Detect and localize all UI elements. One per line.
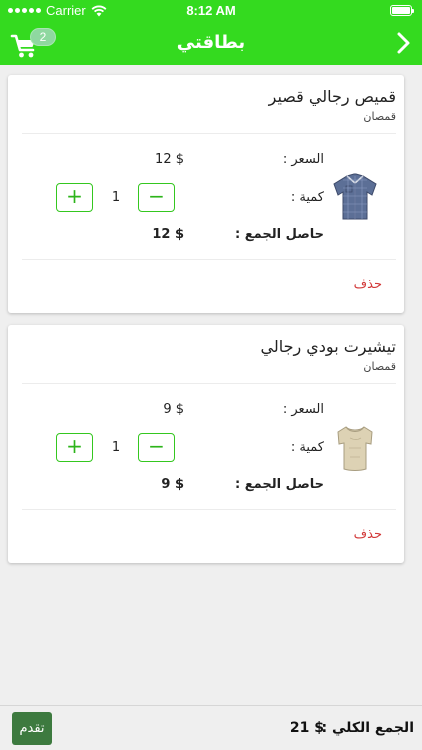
- delete-item-button[interactable]: حذف: [354, 527, 382, 542]
- product-name: قميص رجالي قصير: [268, 87, 396, 106]
- subtotal-value: 9 $: [161, 477, 184, 492]
- battery-icon: [390, 5, 414, 16]
- quantity-value: 1: [111, 440, 121, 455]
- product-category: قمصان: [363, 110, 396, 123]
- delete-item-button[interactable]: حذف: [354, 277, 382, 292]
- product-name: تيشيرت بودي رجالي: [260, 337, 396, 356]
- divider: [22, 259, 396, 260]
- decrease-quantity-button[interactable]: −: [138, 433, 175, 462]
- quantity-label: كمية :: [290, 440, 324, 455]
- cart-item-card: تيشيرت بودي رجالي قمصان السعر : 9 $ كمية…: [8, 325, 404, 563]
- cart-item-card: قميص رجالي قصير قمصان السعر : 12 $ كمية …: [8, 75, 404, 313]
- quantity-label: كمية :: [290, 190, 324, 205]
- page-title: بطاقتي: [176, 32, 246, 53]
- decrease-quantity-button[interactable]: −: [138, 183, 175, 212]
- increase-quantity-button[interactable]: +: [56, 433, 93, 462]
- quantity-value: 1: [111, 190, 121, 205]
- checkout-button[interactable]: تقدم: [12, 712, 52, 745]
- price-value: 9 $: [163, 402, 184, 417]
- shirt-product-image: [333, 173, 377, 220]
- subtotal-value: 12 $: [152, 227, 184, 242]
- subtotal-label: حاصل الجمع :: [235, 227, 324, 242]
- nav-bar: 2 بطاقتي: [0, 22, 422, 65]
- status-time: 8:12 AM: [186, 3, 236, 18]
- increase-quantity-button[interactable]: +: [56, 183, 93, 212]
- divider: [22, 509, 396, 510]
- status-bar: Carrier 8:12 AM: [0, 0, 422, 22]
- price-label: السعر :: [282, 402, 324, 417]
- chevron-right-icon: [397, 32, 410, 54]
- price-label: السعر :: [282, 152, 324, 167]
- divider: [22, 383, 396, 384]
- subtotal-label: حاصل الجمع :: [235, 477, 324, 492]
- grand-total-value: 21 $: [289, 720, 324, 736]
- cart-screen: Carrier 8:12 AM 2 بطاقتي قميص رجالي قصير…: [0, 0, 422, 750]
- price-value: 12 $: [155, 152, 184, 167]
- grand-total-label: الجمع الكلي :: [321, 720, 414, 736]
- back-button[interactable]: [392, 28, 416, 58]
- tshirt-product-image: [337, 426, 373, 471]
- divider: [22, 133, 396, 134]
- checkout-bar: تقدم 21 $ الجمع الكلي :: [0, 705, 422, 750]
- product-category: قمصان: [363, 360, 396, 373]
